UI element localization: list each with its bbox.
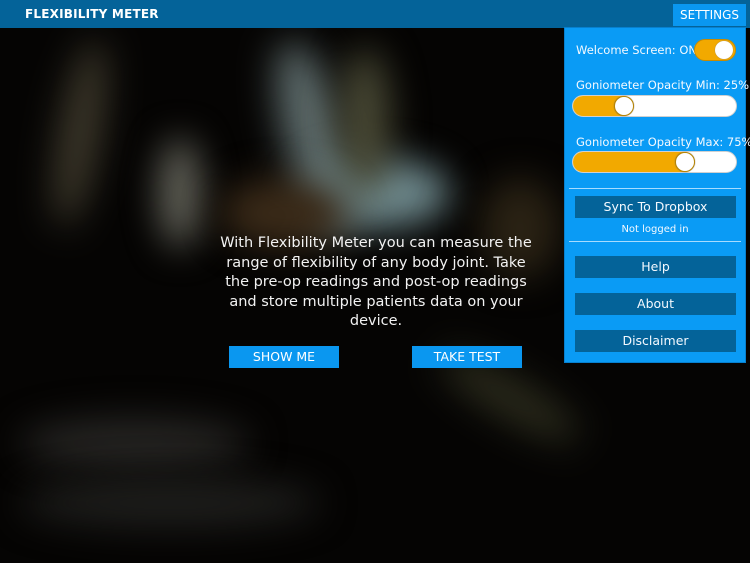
settings-panel: Welcome Screen: ON Goniometer Opacity Mi…: [564, 27, 750, 363]
help-button[interactable]: Help: [575, 256, 736, 278]
about-button[interactable]: About: [575, 293, 736, 315]
take-test-button[interactable]: TAKE TEST: [412, 346, 522, 368]
opacity-max-label: Goniometer Opacity Max: 75%: [576, 135, 750, 149]
opacity-min-label: Goniometer Opacity Min: 25%: [576, 78, 750, 92]
divider: [569, 241, 741, 242]
slider-fill: [573, 152, 686, 172]
top-bar: FLEXIBILITY METER SETTINGS: [0, 0, 750, 28]
settings-button[interactable]: SETTINGS: [673, 4, 746, 26]
show-me-button[interactable]: SHOW ME: [229, 346, 339, 368]
intro-text: With Flexibility Meter you can measure t…: [220, 235, 532, 329]
welcome-screen-label: Welcome Screen: ON: [576, 43, 697, 57]
app-title: FLEXIBILITY METER: [25, 7, 159, 21]
sync-status: Not logged in: [621, 224, 689, 235]
disclaimer-button[interactable]: Disclaimer: [575, 330, 736, 352]
sync-dropbox-button[interactable]: Sync To Dropbox: [575, 196, 736, 218]
opacity-min-slider[interactable]: [572, 95, 737, 117]
divider: [569, 188, 741, 189]
welcome-screen-toggle[interactable]: [694, 39, 736, 61]
opacity-max-slider-knob[interactable]: [674, 152, 695, 172]
opacity-max-slider[interactable]: [572, 151, 737, 173]
toggle-knob: [715, 41, 733, 59]
